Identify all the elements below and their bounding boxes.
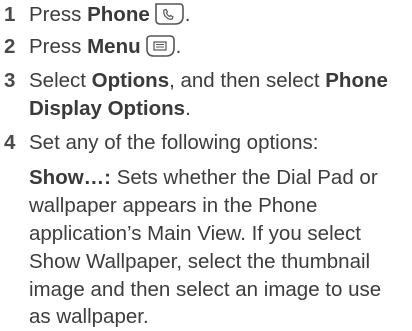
step-text: Select Options, and then select Phone <box>29 67 412 95</box>
menu-label: Menu <box>87 35 141 58</box>
step-text: Set any of the following options: <box>29 131 319 154</box>
phone-display-options-label-line1: Phone <box>325 69 388 92</box>
step-text: Press Menu . <box>29 33 412 66</box>
step-text: Press Phone . <box>29 1 412 34</box>
phone-label: Phone <box>87 3 150 26</box>
step-number: 1 <box>4 3 16 26</box>
step-number: 4 <box>4 131 16 154</box>
options-label: Options <box>91 69 170 92</box>
step-connector: , and then select <box>169 69 326 92</box>
option-desc-line: image and then select an image to use <box>29 278 382 301</box>
step-verb: Select <box>29 69 92 92</box>
option-desc-line: Show Wallpaper, select the thumbnail <box>29 250 371 273</box>
step-3-continuation: Display Options. <box>29 95 191 123</box>
phone-display-options-label-line2: Display Options <box>29 97 186 120</box>
step-number: 3 <box>4 69 16 92</box>
step-punct: . <box>184 3 191 26</box>
step-number: 2 <box>4 35 16 58</box>
option-desc-line: wallpaper appears in the Phone <box>29 194 318 217</box>
step-punct: . <box>185 97 191 120</box>
step-verb: Press <box>29 35 88 58</box>
option-show-line1: Show…: Sets whether the Dial Pad or <box>29 164 378 192</box>
phone-button-icon <box>153 2 185 34</box>
option-desc-start: Sets whether the Dial Pad or <box>111 166 378 189</box>
option-desc-line: application’s Main View. If you select <box>29 222 361 245</box>
instruction-document: 1 Press Phone . 2 Press Menu . 3 Select … <box>0 0 412 328</box>
option-desc-line: as wallpaper. <box>29 305 149 328</box>
step-punct: . <box>175 35 182 58</box>
menu-button-icon <box>144 34 176 66</box>
step-verb: Press <box>29 3 88 26</box>
option-term: Show…: <box>29 166 111 189</box>
